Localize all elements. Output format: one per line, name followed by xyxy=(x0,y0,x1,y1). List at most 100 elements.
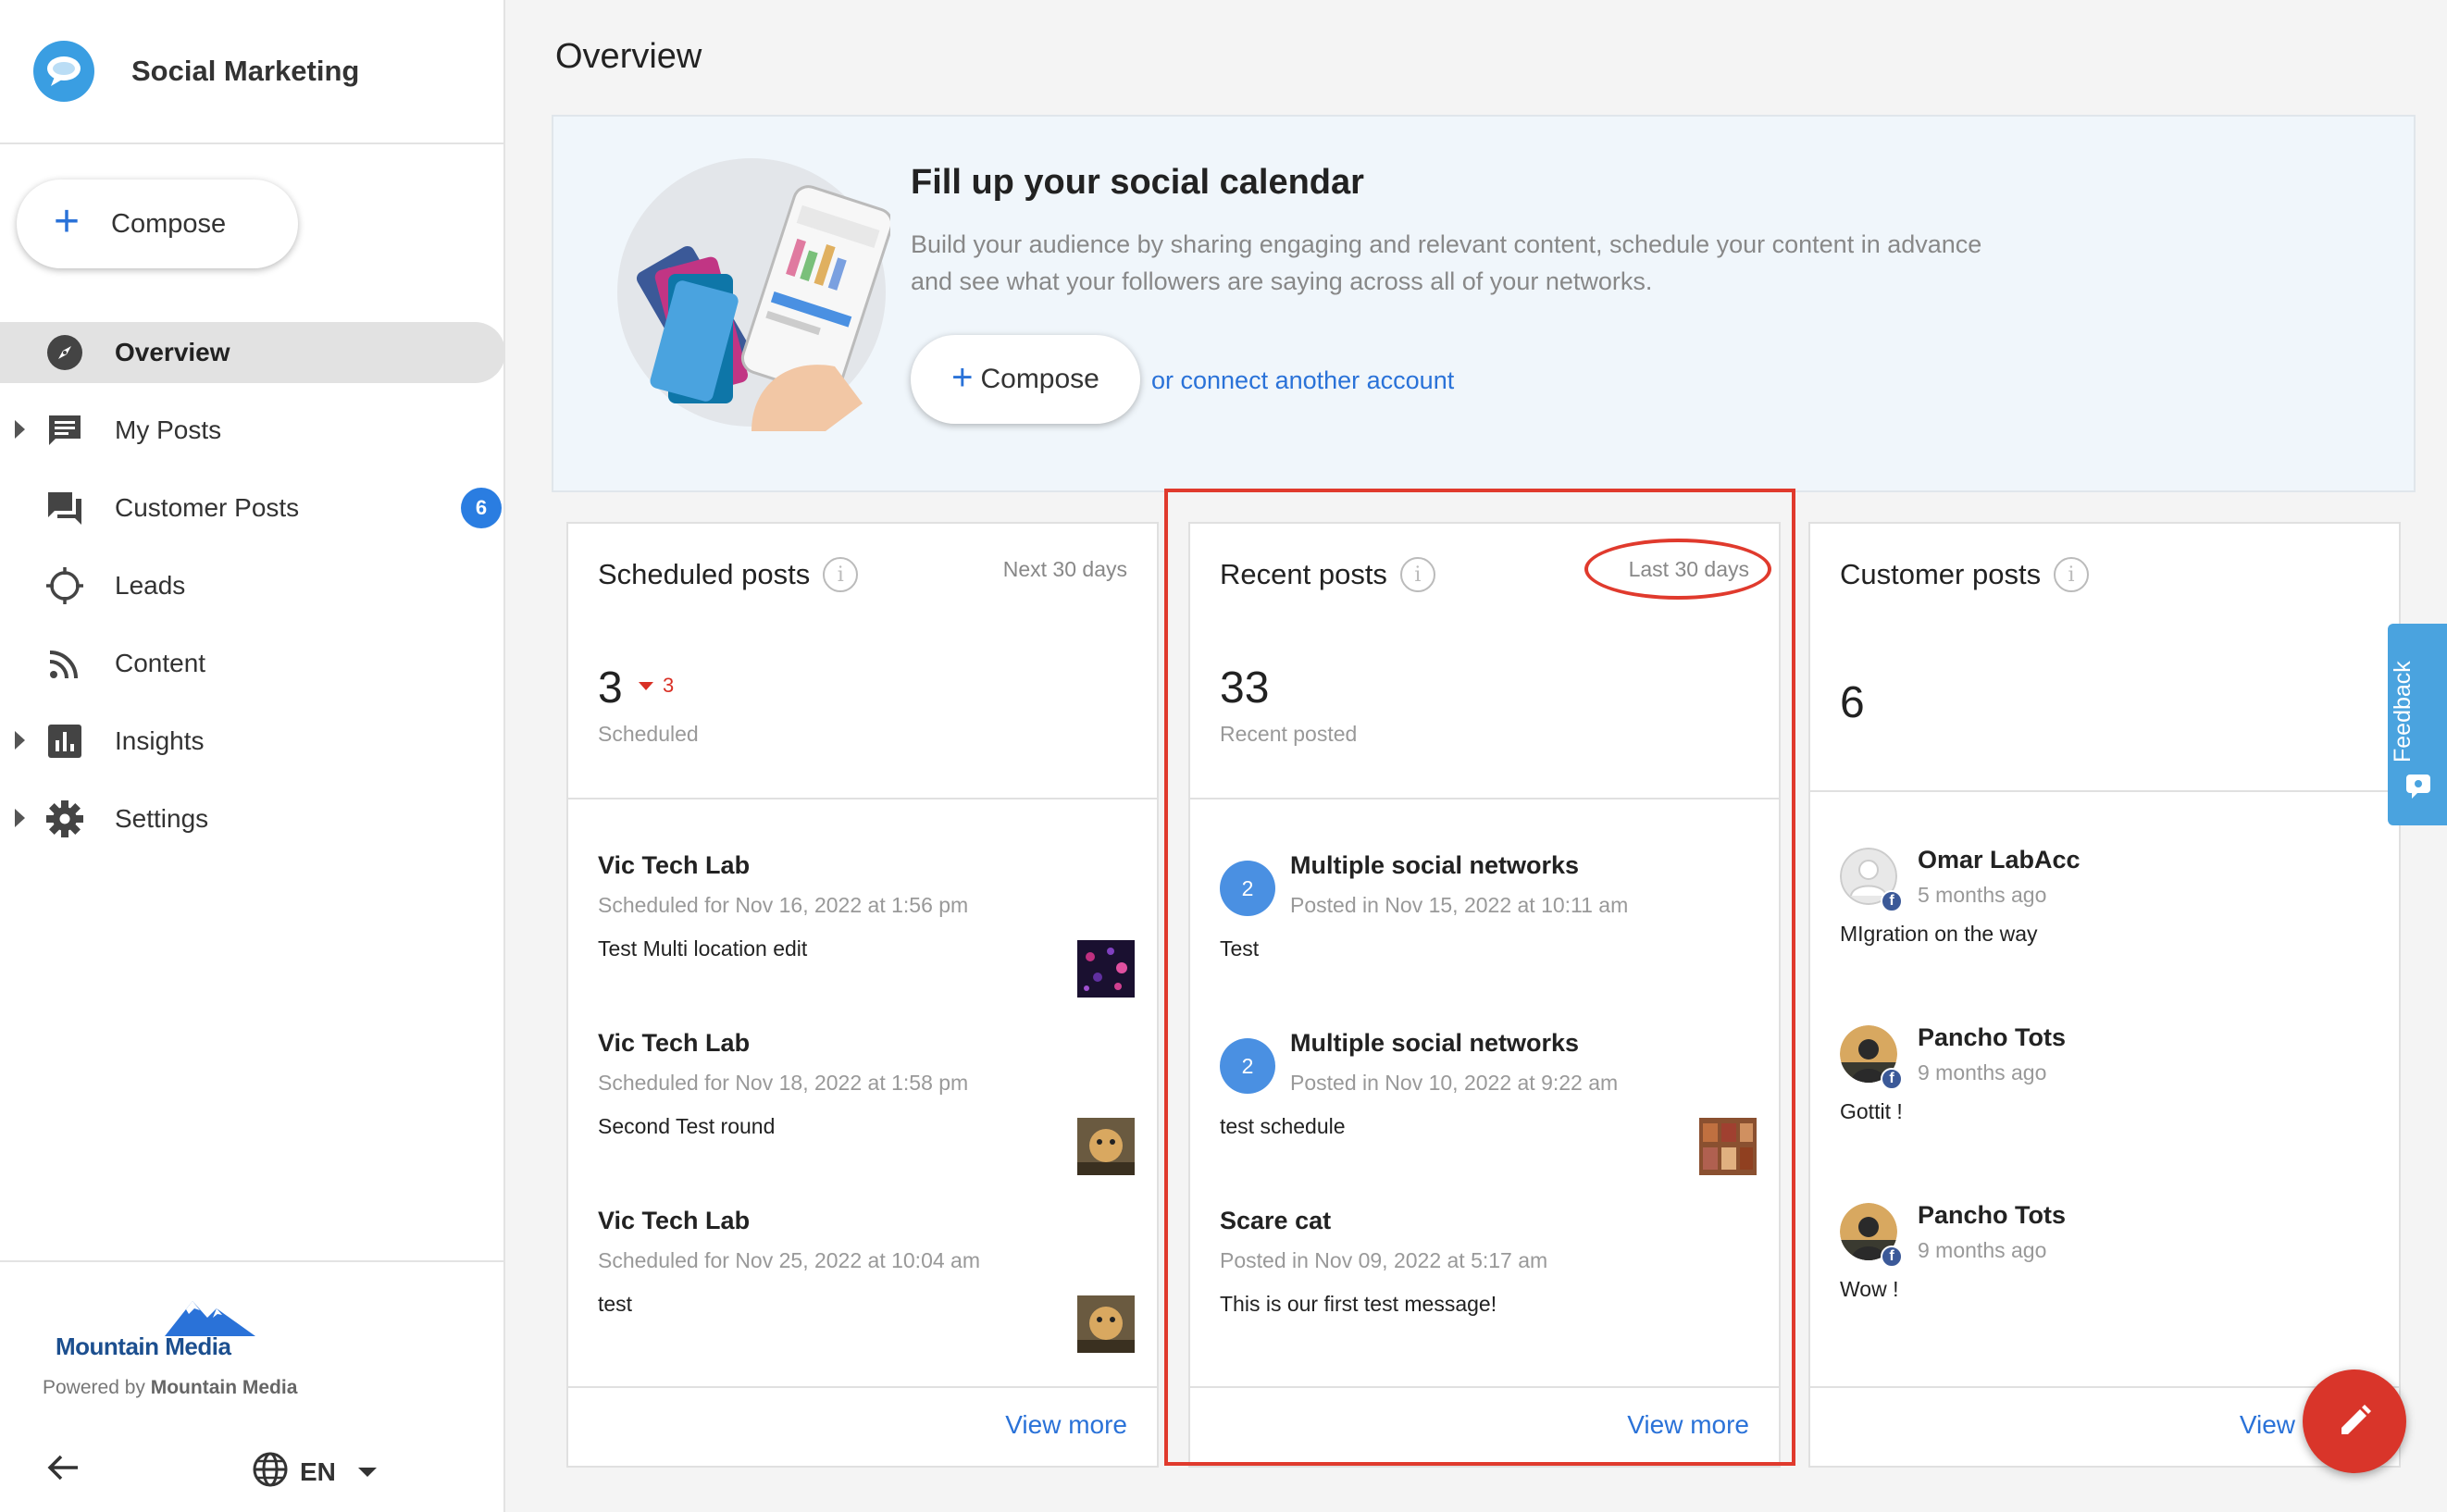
post-text: Wow ! xyxy=(1840,1277,1899,1301)
customer-name: Omar LabAcc xyxy=(1918,846,2081,874)
post-time: 9 months ago xyxy=(1918,1238,2047,1262)
post-text: Gottit ! xyxy=(1840,1099,1903,1123)
hero-compose-button[interactable]: + Compose xyxy=(911,335,1140,424)
post-author: Vic Tech Lab xyxy=(598,1207,751,1234)
expand-caret-icon[interactable] xyxy=(15,420,25,439)
post-text: Test xyxy=(1220,936,1260,960)
post-date: Posted in Nov 10, 2022 at 9:22 am xyxy=(1290,1071,1619,1095)
recent-count: 33 xyxy=(1220,663,1270,713)
facebook-icon: f xyxy=(1881,1068,1903,1090)
connect-account-link[interactable]: or connect another account xyxy=(1151,366,1454,395)
card-title-text: Recent posts xyxy=(1220,558,1387,590)
chat-bubble-logo-icon xyxy=(33,41,94,102)
scheduled-posts-card: Scheduled posts i Next 30 days 3 3 Sched… xyxy=(566,522,1159,1468)
view-more-link[interactable]: View more xyxy=(1627,1410,1749,1440)
sidebar-item-content[interactable]: Content xyxy=(0,633,505,694)
card-title-text: Scheduled posts xyxy=(598,558,811,590)
post-text: This is our first test message! xyxy=(1220,1292,1497,1316)
feedback-label: Feedback xyxy=(2390,661,2416,762)
sidebar-item-leads[interactable]: Leads xyxy=(0,555,505,616)
delta-value: 3 xyxy=(663,674,675,697)
pencil-icon xyxy=(2341,1405,2371,1434)
powered-by-text: Powered by Mountain Media xyxy=(43,1377,297,1399)
social-cards-illustration: f in xyxy=(617,158,890,431)
list-item[interactable]: Vic Tech Lab Scheduled for Nov 16, 2022 … xyxy=(598,851,1135,998)
network-count-badge: 2 xyxy=(1220,861,1275,916)
sidebar-item-overview[interactable]: Overview xyxy=(0,322,505,383)
customer-posts-count-badge: 6 xyxy=(461,488,502,528)
card-footer: View more xyxy=(568,1386,1157,1466)
language-label: EN xyxy=(300,1456,336,1486)
post-text: test schedule xyxy=(1220,1114,1346,1138)
gear-icon xyxy=(44,799,85,839)
feedback-tab[interactable]: Feedback xyxy=(2388,624,2447,825)
card-subtitle: Recent posted xyxy=(1220,722,1358,746)
expand-caret-icon[interactable] xyxy=(15,731,25,750)
customer-name: Pancho Tots xyxy=(1918,1023,2067,1051)
delta-indicator: 3 xyxy=(639,674,674,698)
card-footer: View more xyxy=(1190,1386,1779,1466)
customer-post-count: 6 xyxy=(1840,678,1865,727)
plus-icon: + xyxy=(951,356,974,398)
chevron-down-icon xyxy=(357,1467,377,1477)
sidebar-item-insights[interactable]: Insights xyxy=(0,711,505,772)
post-thumbnail[interactable] xyxy=(1699,1118,1757,1175)
date-range-label: Last 30 days xyxy=(1628,557,1749,581)
brand-header: Social Marketing xyxy=(0,0,503,144)
language-selector[interactable]: EN xyxy=(252,1451,377,1493)
customer-name: Pancho Tots xyxy=(1918,1201,2067,1229)
post-thumbnail[interactable] xyxy=(1077,1295,1135,1353)
list-item[interactable]: 2 Multiple social networks Posted in Nov… xyxy=(1220,851,1757,961)
card-header: Recent posts i Last 30 days 33 Recent po… xyxy=(1190,524,1779,799)
back-arrow-icon[interactable] xyxy=(46,1451,80,1493)
mountain-media-logo-text: Mountain Media xyxy=(56,1332,231,1360)
compose-button[interactable]: + Compose xyxy=(17,180,298,268)
hero-banner: f in Fill up your social calendar Build … xyxy=(552,115,2416,492)
post-author: Multiple social networks xyxy=(1290,1029,1580,1057)
post-thumbnail[interactable] xyxy=(1077,940,1135,998)
forum-icon xyxy=(44,488,85,528)
sidebar-item-label: Settings xyxy=(115,804,209,833)
list-item[interactable]: Scare cat Posted in Nov 09, 2022 at 5:17… xyxy=(1220,1207,1757,1317)
globe-icon xyxy=(252,1451,289,1493)
network-count-badge: 2 xyxy=(1220,1038,1275,1094)
message-icon xyxy=(44,410,85,451)
post-thumbnail[interactable] xyxy=(1077,1118,1135,1175)
powered-brand: Mountain Media xyxy=(150,1377,298,1398)
chat-icon xyxy=(2406,775,2430,799)
sidebar-item-customer-posts[interactable]: Customer Posts 6 xyxy=(0,477,505,539)
sidebar-item-label: Insights xyxy=(115,726,205,755)
view-more-link[interactable]: View xyxy=(2240,1410,2295,1440)
sidebar-item-label: Content xyxy=(115,649,206,677)
card-header: Customer posts i 6 xyxy=(1810,524,2399,792)
post-author: Vic Tech Lab xyxy=(598,1029,751,1057)
hero-compose-label: Compose xyxy=(980,364,1099,394)
sidebar-item-label: Overview xyxy=(115,338,230,366)
post-text: MIgration on the way xyxy=(1840,922,2038,946)
card-header: Scheduled posts i Next 30 days 3 3 Sched… xyxy=(568,524,1157,799)
post-date: Posted in Nov 15, 2022 at 10:11 am xyxy=(1290,893,1629,917)
list-item[interactable]: 2 Multiple social networks Posted in Nov… xyxy=(1220,1029,1757,1175)
list-item[interactable]: Vic Tech Lab Scheduled for Nov 25, 2022 … xyxy=(598,1207,1135,1353)
compose-fab-button[interactable] xyxy=(2303,1369,2406,1473)
compose-label: Compose xyxy=(111,208,227,239)
card-title: Customer posts i xyxy=(1840,557,2090,592)
info-icon[interactable]: i xyxy=(2054,557,2090,592)
view-more-link[interactable]: View more xyxy=(1005,1410,1127,1440)
list-item[interactable]: Vic Tech Lab Scheduled for Nov 18, 2022 … xyxy=(598,1029,1135,1175)
card-title: Recent posts i xyxy=(1220,557,1435,592)
sidebar-item-my-posts[interactable]: My Posts xyxy=(0,400,505,461)
rss-icon xyxy=(44,643,85,684)
card-title-text: Customer posts xyxy=(1840,558,2042,590)
customer-posts-card: Customer posts i 6 f Omar LabAcc 5 month… xyxy=(1808,522,2401,1468)
post-author: Multiple social networks xyxy=(1290,851,1580,879)
post-author: Scare cat xyxy=(1220,1207,1332,1234)
sidebar-item-label: My Posts xyxy=(115,415,222,444)
sidebar-item-settings[interactable]: Settings xyxy=(0,788,505,849)
expand-caret-icon[interactable] xyxy=(15,809,25,827)
card-title: Scheduled posts i xyxy=(598,557,859,592)
info-icon[interactable]: i xyxy=(823,557,859,592)
info-icon[interactable]: i xyxy=(1399,557,1435,592)
post-time: 9 months ago xyxy=(1918,1060,2047,1084)
post-text: Test Multi location edit xyxy=(598,936,808,960)
